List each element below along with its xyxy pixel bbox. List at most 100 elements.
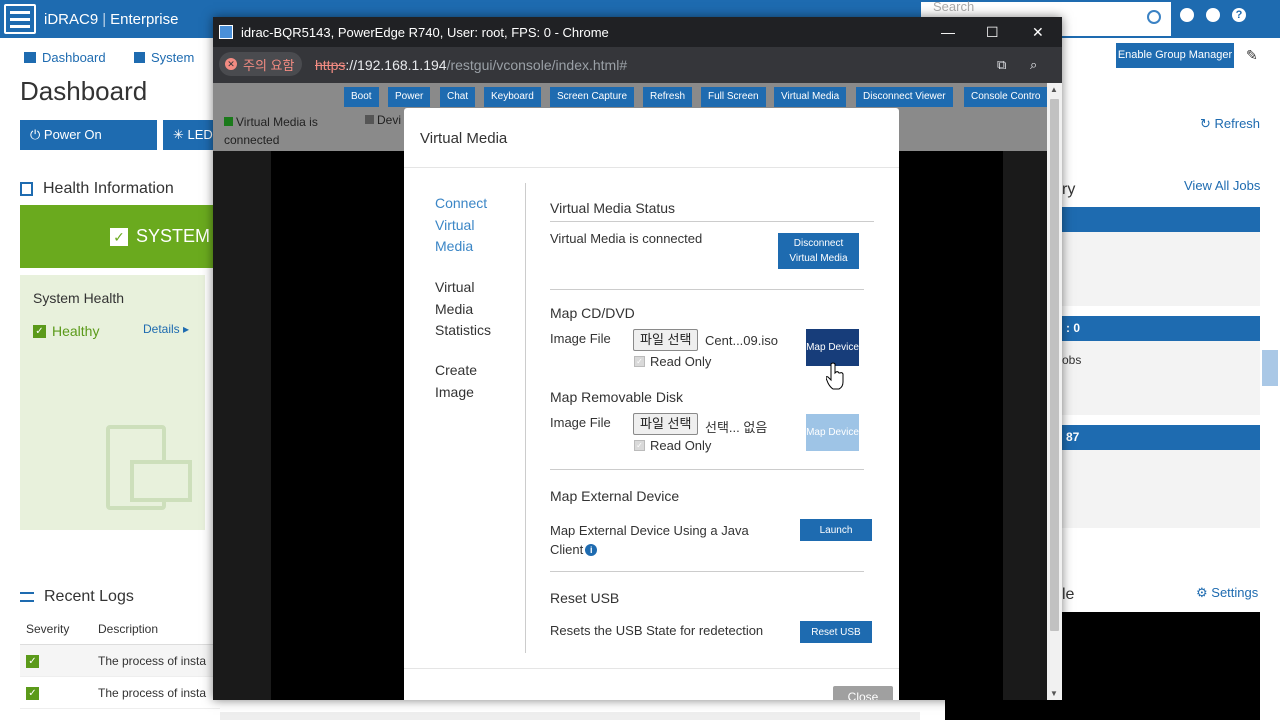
- reset-usb-text: Resets the USB State for redetection: [550, 623, 764, 638]
- modal-title: Virtual Media: [420, 130, 508, 147]
- user-icon[interactable]: [1206, 8, 1220, 22]
- nav-connect-virtual-media[interactable]: Connect Virtual Media: [435, 193, 515, 258]
- full-screen-button[interactable]: Full Screen: [701, 87, 766, 107]
- reset-usb-button[interactable]: Reset USB: [800, 621, 872, 643]
- address-bar[interactable]: ✕ 주의 요함 https://192.168.1.194/restgui/vco…: [213, 47, 1062, 83]
- check-icon: ✓: [26, 687, 39, 700]
- modal-header: Virtual Media: [404, 108, 899, 168]
- checkbox[interactable]: ✓: [634, 440, 645, 451]
- health-icon: [20, 182, 33, 196]
- cd-file-name: Cent...09.iso: [705, 333, 778, 348]
- minimize-icon[interactable]: —: [941, 24, 955, 40]
- window-titlebar: idrac-BQR5143, PowerEdge R740, User: roo…: [213, 17, 1062, 47]
- health-info-heading: Health Information: [20, 180, 174, 198]
- view-all-jobs-link[interactable]: View All Jobs: [1184, 178, 1260, 193]
- home-icon: [24, 52, 36, 63]
- settings-link[interactable]: ⚙ Settings: [1196, 585, 1258, 601]
- disconnect-virtual-media-button[interactable]: Disconnect Virtual Media: [778, 233, 859, 269]
- disk-file-name: 선택... 없음: [705, 420, 768, 435]
- divider: [550, 469, 864, 470]
- window-scrollbar[interactable]: ▲ ▼: [1047, 83, 1062, 700]
- table-row[interactable]: ✓ The process of insta: [20, 645, 220, 677]
- divider: [550, 289, 864, 290]
- nav-dashboard[interactable]: Dashboard: [24, 50, 106, 65]
- cd-map-device-button[interactable]: Map Device: [806, 329, 859, 366]
- refresh-button[interactable]: Refresh: [643, 87, 693, 107]
- menu-icon[interactable]: [4, 4, 36, 34]
- checkbox[interactable]: ✓: [634, 356, 645, 367]
- server-icon-front: [130, 460, 192, 502]
- page-title: Dashboard: [20, 76, 148, 106]
- hand-cursor-icon: [826, 362, 844, 390]
- nav-system[interactable]: System: [134, 50, 194, 65]
- table-row[interactable]: ✓ The process of insta: [20, 677, 220, 709]
- vm-status-text: Virtual Media is connected: [550, 231, 703, 246]
- disk-read-only[interactable]: ✓ Read Only: [634, 438, 711, 453]
- jobs-bar-3: 87: [1062, 425, 1260, 450]
- check-icon: ✓: [26, 655, 39, 668]
- jobs-bar-1: [1062, 207, 1260, 232]
- pin-icon[interactable]: ✎: [1246, 47, 1258, 64]
- power-button[interactable]: Power: [388, 87, 431, 107]
- screen-capture-button[interactable]: Screen Capture: [550, 87, 635, 107]
- search-icon[interactable]: [1147, 10, 1161, 24]
- group-icon[interactable]: [1180, 8, 1194, 22]
- url[interactable]: https://192.168.1.194/restgui/vconsole/i…: [315, 57, 627, 73]
- power-on-button[interactable]: ⏻ Power On System: [20, 120, 157, 172]
- recent-logs-table: Severity Description ✓ The process of inst…: [20, 613, 220, 709]
- table-header: Severity Description: [20, 613, 220, 645]
- system-health-panel: System Health ✓ Healthy Details ▸: [20, 275, 205, 530]
- cd-image-file-label: Image File: [550, 331, 611, 346]
- disk-choose-file-button[interactable]: 파일 선택: [633, 413, 699, 435]
- boot-button[interactable]: Boot: [344, 87, 379, 107]
- map-removable-disk-title: Map Removable Disk: [550, 389, 684, 405]
- virtual-media-button[interactable]: Virtual Media: [774, 87, 847, 107]
- nav-virtual-media-statistics[interactable]: Virtual Media Statistics: [435, 277, 515, 342]
- disk-image-file-label: Image File: [550, 415, 611, 430]
- scroll-arrows[interactable]: [1262, 350, 1278, 386]
- console-controls-button[interactable]: Console Contro: [964, 87, 1047, 107]
- refresh-link[interactable]: ↻ Refresh: [1200, 116, 1260, 132]
- cd-choose-file-button[interactable]: 파일 선택: [633, 329, 699, 351]
- warning-icon: ✕: [225, 58, 237, 70]
- check-icon: ✓: [33, 324, 46, 338]
- status-dot: [224, 117, 233, 126]
- cd-read-only[interactable]: ✓ Read Only: [634, 354, 711, 369]
- jobs-panel-2: obs: [1062, 341, 1260, 415]
- translate-icon[interactable]: ⧉: [997, 57, 1013, 73]
- app-icon: [219, 25, 233, 39]
- window-title: idrac-BQR5143, PowerEdge R740, User: roo…: [241, 24, 609, 40]
- divider: [550, 571, 864, 572]
- help-icon[interactable]: ?: [1232, 8, 1246, 22]
- vm-status-title: Virtual Media Status: [550, 200, 676, 216]
- external-device-text: Map External Device Using a Java Client i: [550, 523, 749, 557]
- healthy-status: ✓ Healthy: [33, 323, 99, 339]
- system-icon: [134, 52, 145, 63]
- brand: iDRAC9 | Enterprise: [44, 10, 179, 28]
- disconnect-viewer-button[interactable]: Disconnect Viewer: [856, 87, 953, 107]
- enable-group-manager-button[interactable]: Enable Group Manager: [1116, 43, 1234, 68]
- info-icon[interactable]: i: [585, 544, 598, 556]
- jobs-panel-1: [1062, 232, 1260, 306]
- reset-usb-title: Reset USB: [550, 590, 620, 606]
- launch-button[interactable]: Launch: [800, 519, 872, 541]
- virtual-media-modal: Virtual Media Connect Virtual Media Virt…: [404, 108, 899, 700]
- map-external-device-title: Map External Device: [550, 488, 680, 504]
- status-dot: [365, 115, 374, 124]
- recent-logs-heading: Recent Logs: [20, 588, 134, 606]
- check-icon: ✓: [110, 227, 128, 246]
- details-link[interactable]: Details ▸: [143, 322, 189, 336]
- maximize-icon[interactable]: ☐: [986, 24, 999, 41]
- security-warning[interactable]: ✕ 주의 요함: [219, 52, 303, 76]
- console-heading-fragment: le: [1062, 586, 1075, 603]
- keyboard-button[interactable]: Keyboard: [484, 87, 541, 107]
- zoom-icon[interactable]: ⌕: [1030, 57, 1046, 73]
- modal-divider: [525, 183, 526, 653]
- close-button[interactable]: Close: [833, 686, 893, 700]
- disk-map-device-button[interactable]: Map Device: [806, 414, 859, 451]
- system-health-label: System Health: [33, 290, 125, 306]
- jobs-bar-2: : 0: [1062, 316, 1260, 341]
- chat-button[interactable]: Chat: [440, 87, 476, 107]
- close-icon[interactable]: ✕: [1032, 24, 1044, 41]
- nav-create-image[interactable]: Create Image: [435, 360, 515, 403]
